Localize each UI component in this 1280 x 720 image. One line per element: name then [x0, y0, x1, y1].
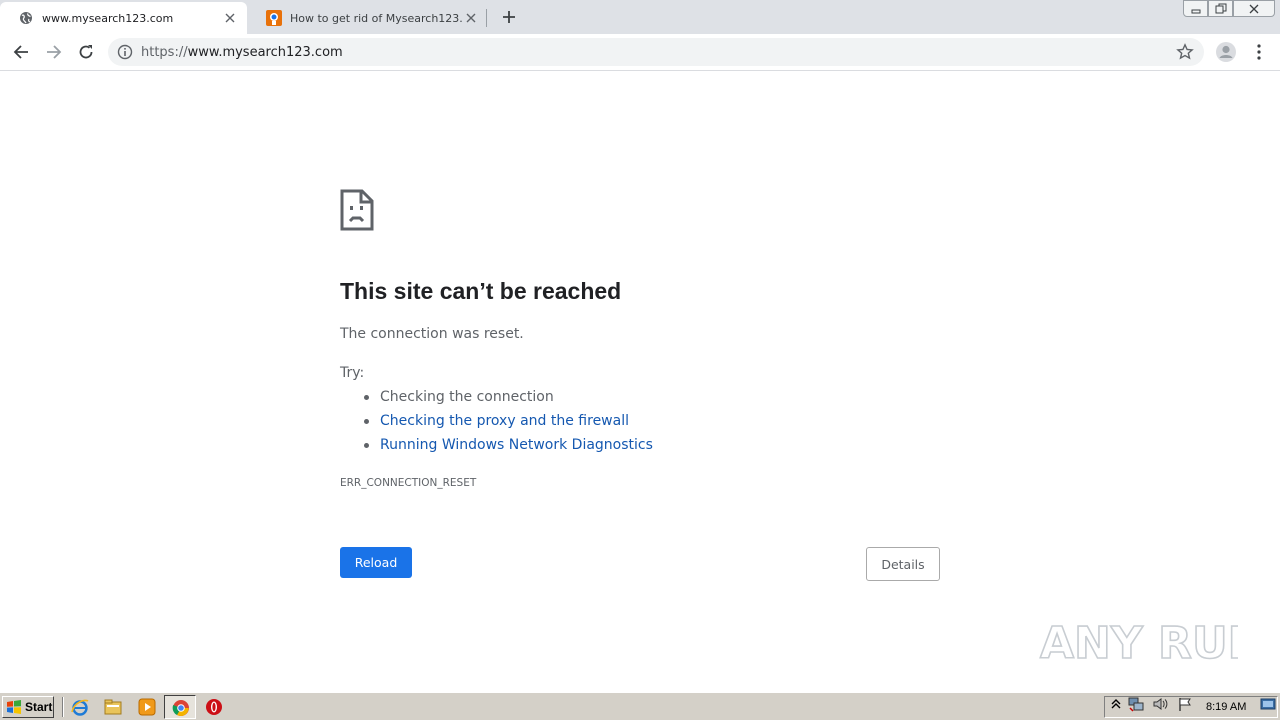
opera-icon[interactable]	[205, 698, 223, 716]
forward-button[interactable]	[41, 39, 67, 65]
chrome-icon	[172, 700, 189, 716]
tab-how-to-get-rid[interactable]: How to get rid of Mysearch123.com	[248, 2, 488, 34]
show-hidden-icons-icon[interactable]	[1108, 696, 1124, 712]
close-tab-icon[interactable]	[462, 9, 480, 27]
info-icon[interactable]	[117, 44, 133, 60]
volume-icon[interactable]	[1152, 696, 1168, 712]
internet-explorer-icon[interactable]	[71, 698, 89, 716]
back-button[interactable]	[8, 39, 34, 65]
media-player-icon[interactable]	[138, 698, 156, 716]
restore-icon	[1215, 3, 1226, 14]
tab-mysearch[interactable]: www.mysearch123.com	[0, 2, 247, 34]
close-icon	[1249, 4, 1259, 13]
url-scheme: https://	[141, 45, 188, 60]
taskbar-divider	[62, 697, 64, 717]
error-subtitle: The connection was reset.	[340, 326, 524, 342]
globe-icon	[18, 10, 34, 26]
tab-strip: www.mysearch123.com How to get rid of My…	[0, 0, 1280, 34]
error-code: ERR_CONNECTION_RESET	[340, 477, 477, 489]
network-icon[interactable]	[1128, 696, 1144, 712]
browser-toolbar: https://www.mysearch123.com	[0, 34, 1280, 71]
details-button[interactable]: Details	[866, 547, 940, 581]
url-text[interactable]: https://www.mysearch123.com	[141, 45, 343, 60]
forward-arrow-icon	[47, 45, 62, 59]
error-heading: This site can’t be reached	[340, 278, 622, 304]
browser-menu-button[interactable]	[1249, 41, 1269, 63]
windows-taskbar: Start 8:19 AM	[0, 692, 1280, 720]
try-label: Try:	[340, 365, 365, 381]
screen: www.mysearch123.com How to get rid of My…	[0, 0, 1280, 720]
reload-toolbar-button[interactable]	[73, 39, 99, 65]
profile-avatar-icon[interactable]	[1215, 41, 1237, 63]
suggestion-list: Checking the connection Checking the pro…	[364, 386, 653, 458]
plus-icon	[503, 11, 515, 23]
kebab-menu-icon	[1257, 44, 1261, 60]
start-label: Start	[25, 700, 53, 714]
file-explorer-icon[interactable]	[104, 698, 122, 716]
action-center-flag-icon[interactable]	[1177, 696, 1193, 712]
watermark-text: ANY RUN	[1040, 618, 1238, 669]
close-window-button[interactable]	[1233, 0, 1275, 17]
taskbar-clock[interactable]: 8:19 AM	[1206, 701, 1246, 713]
tab-divider	[486, 9, 487, 27]
back-arrow-icon	[13, 45, 28, 59]
bookmark-star-icon[interactable]	[1176, 43, 1194, 61]
minimize-icon	[1191, 9, 1200, 13]
minimize-button[interactable]	[1183, 0, 1208, 17]
windows-logo-icon	[7, 700, 21, 714]
tab-title: How to get rid of Mysearch123.com	[290, 11, 462, 25]
reload-icon	[79, 45, 93, 59]
address-bar[interactable]: https://www.mysearch123.com	[108, 38, 1204, 66]
chrome-taskbar-button[interactable]	[164, 695, 196, 719]
sad-document-icon	[340, 189, 374, 231]
suggestion-proxy-firewall-link[interactable]: Checking the proxy and the firewall	[364, 410, 653, 434]
suggestion-network-diagnostics-link[interactable]: Running Windows Network Diagnostics	[364, 434, 653, 458]
site-favicon-icon	[266, 10, 282, 26]
anyrun-watermark: ANY RUN	[1039, 617, 1238, 670]
tab-title: www.mysearch123.com	[42, 11, 174, 25]
new-tab-button[interactable]	[498, 6, 520, 28]
error-page: This site can’t be reached The connectio…	[0, 72, 1280, 692]
close-tab-icon[interactable]	[221, 9, 239, 27]
maximize-button[interactable]	[1208, 0, 1233, 17]
url-host: www.mysearch123.com	[187, 45, 343, 60]
reload-button[interactable]: Reload	[340, 547, 412, 578]
start-button[interactable]: Start	[2, 696, 54, 718]
suggestion-check-connection: Checking the connection	[364, 386, 653, 410]
show-desktop-icon[interactable]	[1260, 696, 1276, 712]
